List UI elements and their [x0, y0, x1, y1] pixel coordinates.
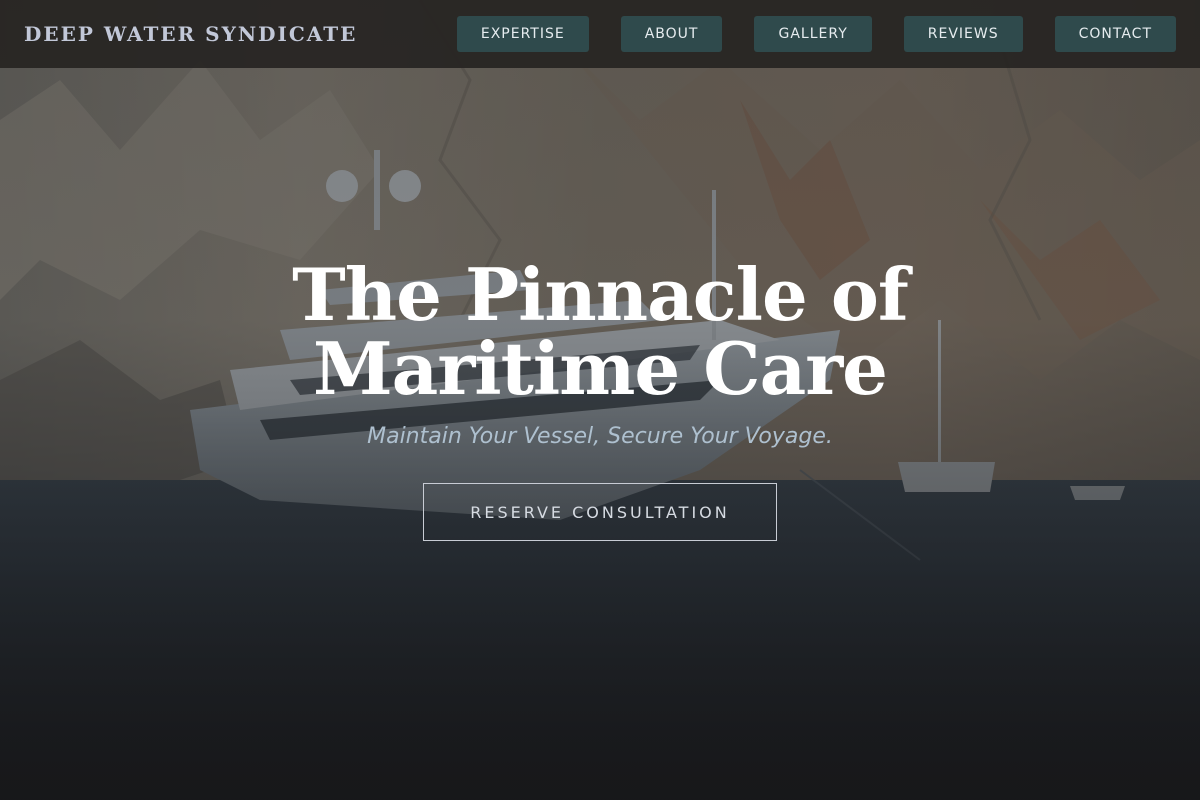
nav-about-button[interactable]: ABOUT	[620, 16, 723, 52]
main-nav: EXPERTISE ABOUT GALLERY REVIEWS CONTACT	[456, 16, 1176, 52]
hero-content: The Pinnacle of Maritime Care Maintain Y…	[0, 258, 1200, 541]
top-navbar: DEEP WATER SYNDICATE EXPERTISE ABOUT GAL…	[0, 0, 1200, 68]
nav-reviews-button[interactable]: REVIEWS	[903, 16, 1023, 52]
brand-logo[interactable]: DEEP WATER SYNDICATE	[24, 22, 357, 46]
reserve-consultation-button[interactable]: RESERVE CONSULTATION	[423, 483, 777, 541]
nav-contact-button[interactable]: CONTACT	[1054, 16, 1176, 52]
hero-subtitle: Maintain Your Vessel, Secure Your Voyage…	[367, 424, 833, 449]
nav-expertise-button[interactable]: EXPERTISE	[456, 16, 589, 52]
hero-title: The Pinnacle of Maritime Care	[292, 252, 909, 411]
nav-gallery-button[interactable]: GALLERY	[754, 16, 872, 52]
